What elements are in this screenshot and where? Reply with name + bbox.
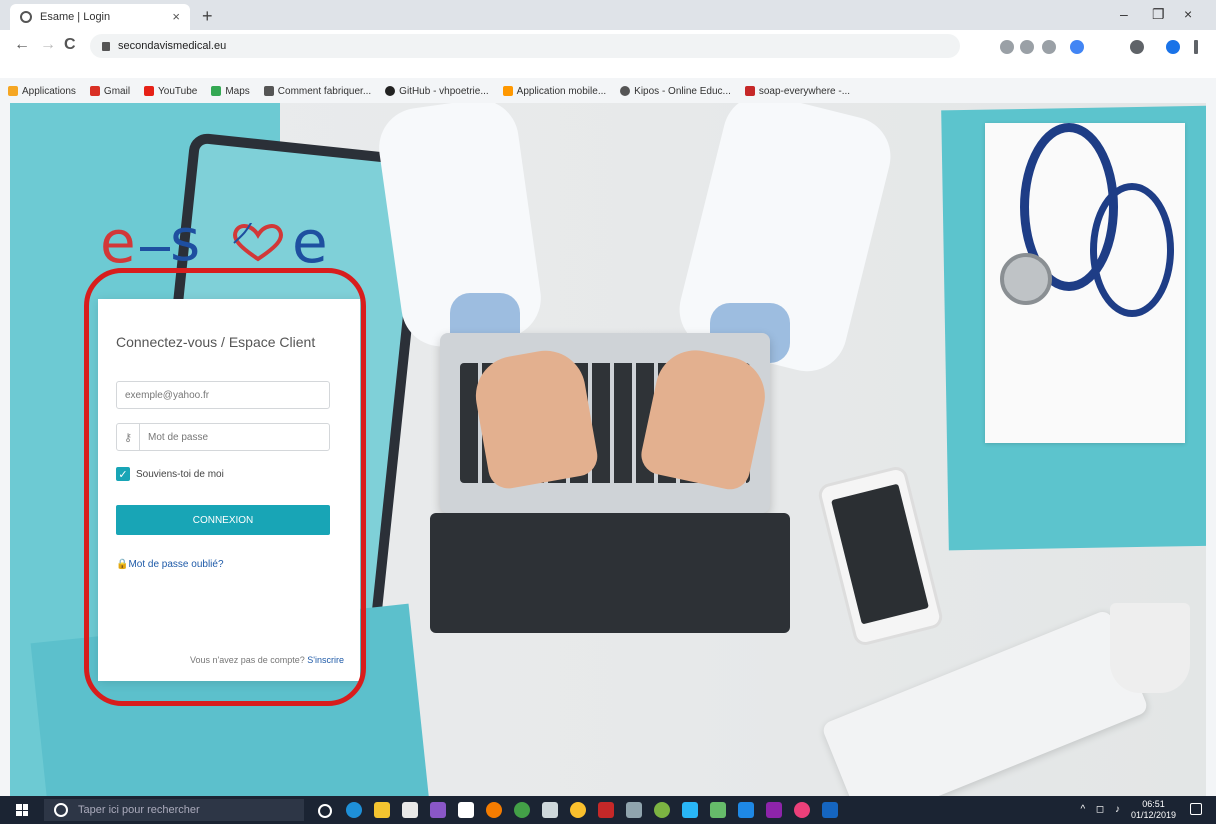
file-explorer-icon[interactable] [374,802,390,818]
heart-icon [233,223,283,262]
tab-close-icon[interactable]: × [172,9,180,24]
cortana-icon [54,803,68,817]
android-studio-icon[interactable] [654,802,670,818]
app-icon[interactable] [794,802,810,818]
bookmark-item[interactable]: Application mobile... [502,86,606,97]
reload-button[interactable]: C [64,36,76,54]
menu-dots-icon[interactable] [1194,40,1198,54]
edge-icon[interactable] [346,802,362,818]
new-tab-button[interactable]: + [202,6,213,27]
back-button[interactable]: ← [14,36,30,54]
app-icon[interactable] [682,802,698,818]
logo-letter: s [170,206,201,274]
highlight-annotation [84,268,366,706]
forward-button[interactable]: → [40,36,56,54]
address-bar[interactable]: secondavismedical.eu [90,34,960,58]
browser-tab[interactable]: Esame | Login × [10,4,190,30]
site-favicon-icon [20,11,32,23]
notification-icon[interactable] [1190,803,1202,815]
bookmark-item[interactable]: YouTube [144,86,197,97]
minimize-button[interactable]: – [1120,6,1128,22]
taskbar-search-placeholder: Taper ici pour rechercher [78,804,200,816]
lock-icon [102,41,110,51]
windows-start-icon[interactable] [16,804,28,816]
extension-icon[interactable] [1070,40,1084,54]
taskbar-search[interactable]: Taper ici pour rechercher [44,799,304,821]
zoom-icon[interactable] [1020,40,1034,54]
smartphone-image [816,464,945,648]
firefox-icon[interactable] [486,802,502,818]
search-app-icon[interactable] [542,802,558,818]
bookmark-item[interactable]: Comment fabriquer... [263,86,371,97]
tab-title: Esame | Login [40,11,111,23]
pen-cup-image [1110,603,1190,693]
logo-dash [140,247,170,251]
windows-taskbar: Taper ici pour rechercher ^ ◻ ♪ 06:51 01… [0,796,1216,824]
notepad-icon[interactable] [458,802,474,818]
account-avatar-icon[interactable] [1166,40,1180,54]
filezilla-icon[interactable] [598,802,614,818]
star-icon[interactable] [1042,40,1056,54]
bookmark-item[interactable]: GitHub - vhpoetrie... [385,86,489,97]
profile-extension-icon[interactable] [1130,40,1144,54]
system-tray-icons[interactable]: ^ ◻ ♪ [1080,804,1124,815]
word-icon[interactable] [822,802,838,818]
key-icon[interactable] [1000,40,1014,54]
browser-toolbar: ← → C secondavismedical.eu Applications … [0,30,1216,97]
close-window-button[interactable]: × [1184,6,1192,22]
bookmark-item[interactable]: Maps [211,86,250,97]
logo-letter: e [100,208,136,276]
clock-time: 06:51 [1142,799,1165,809]
bookmark-item[interactable]: Applications [8,86,76,97]
bookmark-item[interactable]: soap-everywhere -... [744,86,850,97]
app-icon[interactable] [514,802,530,818]
stethoscope-tube [1090,183,1174,317]
chrome-icon[interactable] [570,802,586,818]
taskbar-clock[interactable]: 06:51 01/12/2019 [1131,799,1176,821]
stethoscope-chestpiece [1000,253,1052,305]
maximize-button[interactable]: ❐ [1152,6,1165,23]
bookmark-item[interactable]: Gmail [89,86,130,97]
browser-tab-bar: Esame | Login × + – ❐ × [0,0,1216,30]
url-text: secondavismedical.eu [118,40,227,52]
visual-studio-icon[interactable] [430,802,446,818]
clock-date: 01/12/2019 [1130,810,1176,820]
store-icon[interactable] [402,802,418,818]
app-icon[interactable] [710,802,726,818]
logo-letter: e [292,208,328,276]
network-app-icon[interactable] [626,802,642,818]
bookmark-item[interactable]: Kipos - Online Educ... [620,86,731,97]
task-view-icon[interactable] [318,804,332,818]
bookmarks-bar: Applications Gmail YouTube Maps Comment … [0,80,1216,102]
laptop-screen [430,513,790,633]
vscode-icon[interactable] [738,802,754,818]
app-icon[interactable] [766,802,782,818]
